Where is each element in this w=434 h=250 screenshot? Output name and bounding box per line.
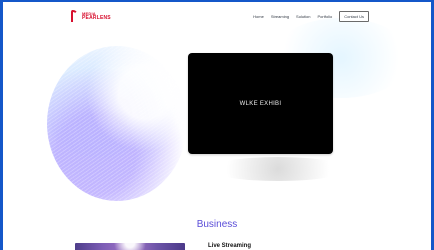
contact-us-button[interactable]: Contact Us	[339, 10, 369, 22]
main-nav: Home Streaming Solution Portfolio Contac…	[253, 10, 369, 22]
business-card-title: Live Streaming	[208, 243, 252, 249]
brand-logo[interactable]: MEDIA PEARLENS	[71, 10, 111, 22]
nav-streaming[interactable]: Streaming	[271, 14, 289, 19]
brand-wordmark-bottom: PEARLENS	[82, 14, 111, 21]
background-gradient-orb	[47, 46, 187, 201]
business-thumbnail[interactable]	[75, 243, 185, 250]
business-section-title: Business	[196, 219, 238, 231]
video-shadow	[208, 157, 348, 181]
nav-solution[interactable]: Solution	[296, 14, 310, 19]
hero-video-panel[interactable]: WLKE EXHIBI	[188, 53, 333, 154]
hero-video-text: WLKE EXHIBI	[239, 100, 282, 107]
top-navigation: MEDIA PEARLENS Home Streaming Solution P…	[3, 2, 431, 30]
brand-wordmark: MEDIA PEARLENS	[82, 12, 111, 20]
page-frame: MEDIA PEARLENS Home Streaming Solution P…	[0, 0, 434, 250]
nav-portfolio[interactable]: Portfolio	[318, 14, 333, 19]
brand-mark-icon	[71, 10, 79, 22]
nav-home[interactable]: Home	[253, 14, 264, 19]
